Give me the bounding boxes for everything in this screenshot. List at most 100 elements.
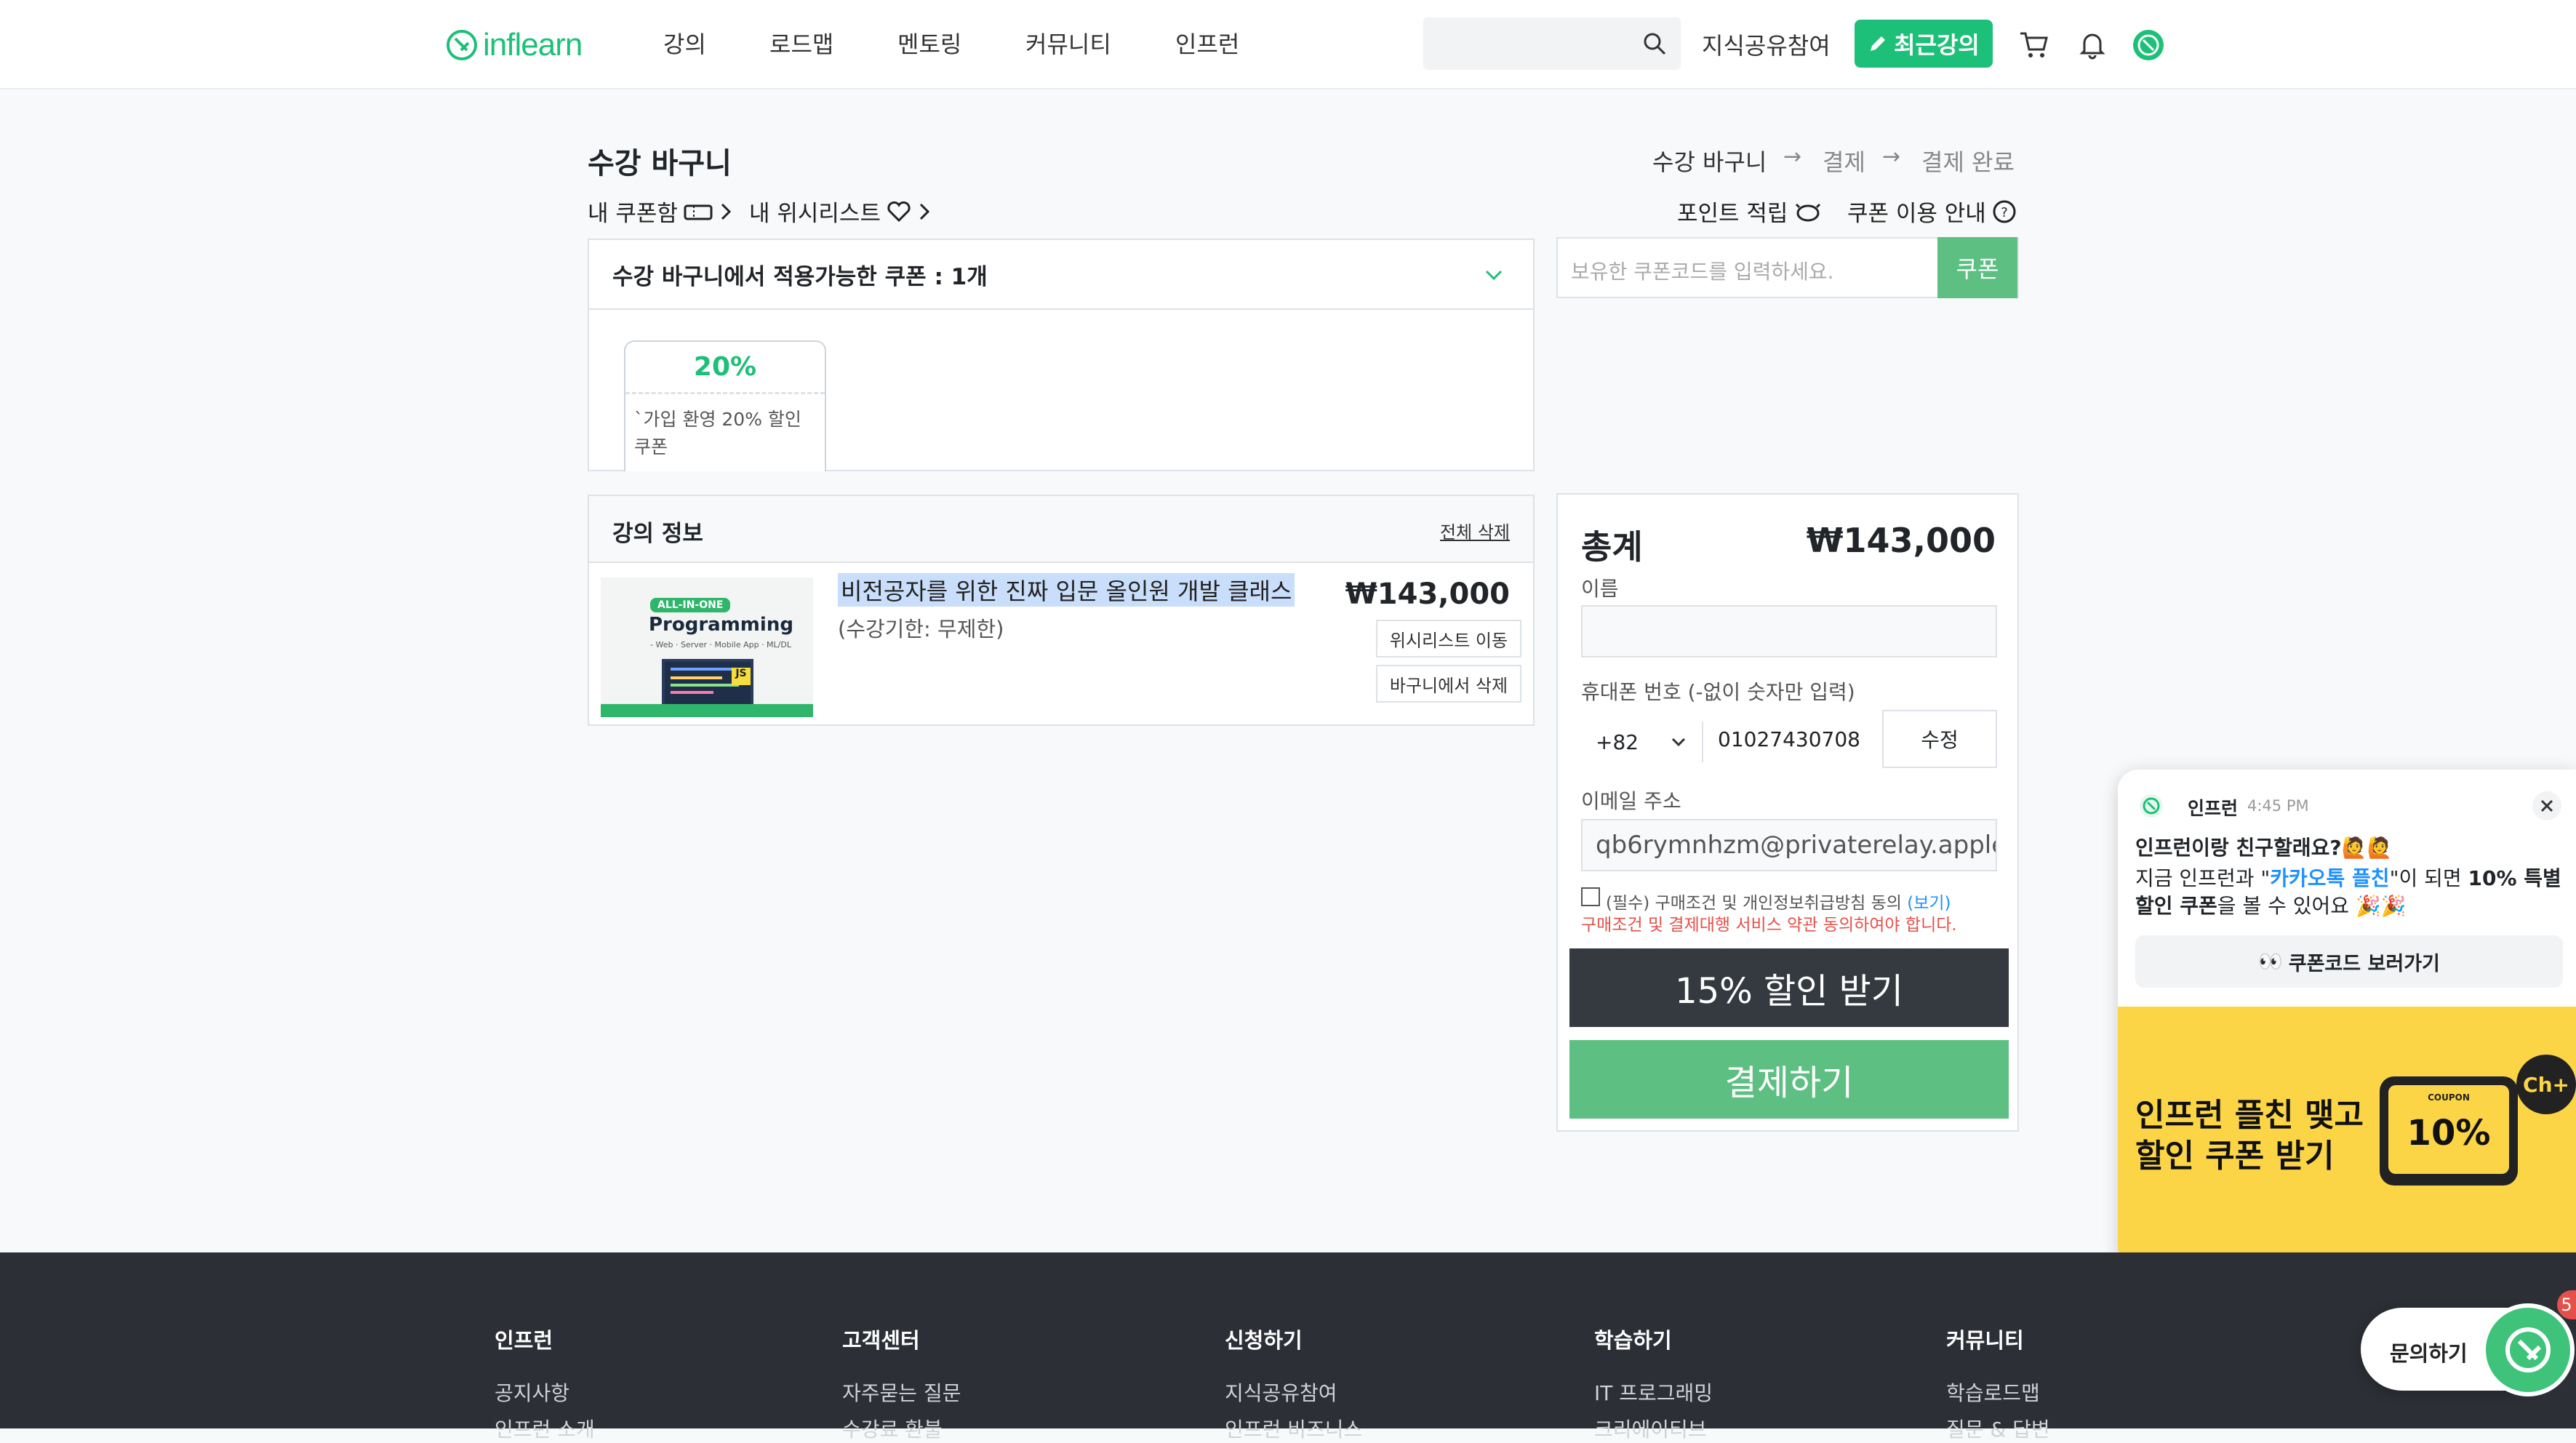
footer-link[interactable]: 지식공유참여 bbox=[1225, 1378, 1337, 1407]
recent-courses-button[interactable]: 최근강의 bbox=[1855, 20, 1993, 68]
course-price: ₩143,000 bbox=[1345, 577, 1510, 611]
coupon-code-button-label: 쿠폰코드 보러가기 bbox=[2288, 952, 2440, 975]
course-thumbnail[interactable]: ALL-IN-ONE Programming - Web · Server · … bbox=[601, 577, 813, 717]
channel-plus-badge: Ch+ bbox=[2516, 1055, 2576, 1114]
country-code-select[interactable]: +82 bbox=[1581, 722, 1703, 762]
inflearn-logo[interactable]: inflearn bbox=[445, 23, 583, 67]
course-info-header: 강의 정보 전체 삭제 bbox=[589, 496, 1533, 563]
coupon-panel-title: 수강 바구니에서 적용가능한 쿠폰 : 1개 bbox=[612, 263, 988, 290]
footer-link[interactable]: 크리에이티브 bbox=[1594, 1414, 1707, 1443]
coupon-box-label: 내 쿠폰함 bbox=[588, 201, 678, 227]
country-code-value: +82 bbox=[1596, 730, 1639, 754]
nav-roadmap[interactable]: 로드맵 bbox=[769, 26, 833, 60]
ticket-icon bbox=[684, 204, 713, 220]
pay-button[interactable]: 결제하기 bbox=[1569, 1040, 2009, 1119]
page-title: 수강 바구니 bbox=[588, 147, 732, 180]
agree-checkbox[interactable] bbox=[1581, 887, 1600, 906]
remove-from-cart-button[interactable]: 바구니에서 삭제 bbox=[1376, 665, 1521, 703]
coupon-guide-link[interactable]: 쿠폰 이용 안내 ? bbox=[1847, 195, 2017, 228]
chat-sender: 인프런 bbox=[2188, 798, 2239, 819]
close-icon[interactable] bbox=[2531, 790, 2563, 822]
name-field[interactable] bbox=[1581, 605, 1997, 657]
svg-text:?: ? bbox=[2001, 205, 2008, 220]
coupon-code-input[interactable]: 보유한 쿠폰코드를 입력하세요. 쿠폰 bbox=[1556, 237, 2019, 298]
bell-icon[interactable] bbox=[2076, 28, 2109, 61]
footer-link[interactable]: IT 프로그래밍 bbox=[1594, 1378, 1713, 1407]
footer-col-5-head: 커뮤니티 bbox=[1946, 1328, 2024, 1353]
banner-line-1: 인프런 플친 맺고 bbox=[2135, 1097, 2364, 1134]
delete-all-link[interactable]: 전체 삭제 bbox=[1440, 518, 1510, 543]
banner-text: 인프런 플친 맺고 할인 쿠폰 받기 bbox=[2135, 1095, 2364, 1177]
thumb-badge: ALL-IN-ONE bbox=[650, 598, 731, 612]
search-input[interactable] bbox=[1423, 17, 1681, 70]
nav-courses[interactable]: 강의 bbox=[663, 26, 706, 60]
footer-link[interactable]: 인프런 소개 bbox=[495, 1414, 595, 1443]
cart-icon[interactable] bbox=[2017, 28, 2051, 61]
email-field[interactable]: qb6rymnhzm@privaterelay.appleid bbox=[1581, 819, 1997, 871]
inquiry-label: 문의하기 bbox=[2390, 1341, 2468, 1366]
email-label: 이메일 주소 bbox=[1581, 789, 1681, 813]
nav-mentoring[interactable]: 멘토링 bbox=[897, 26, 961, 60]
apply-coupon-button[interactable]: 쿠폰 bbox=[1937, 237, 2017, 298]
profile-avatar-icon[interactable] bbox=[2131, 28, 2166, 63]
nav-inflearn[interactable]: 인프런 bbox=[1175, 26, 1239, 60]
search-icon[interactable] bbox=[1641, 31, 1668, 57]
chat-line-2-bold: 10% 특별 bbox=[2468, 866, 2561, 890]
nav-community[interactable]: 커뮤니티 bbox=[1025, 26, 1111, 60]
chat-kakao-link[interactable]: 카카오톡 플친 bbox=[2270, 866, 2389, 890]
chevron-down-icon[interactable] bbox=[1482, 265, 1505, 285]
thumb-js-badge: JS bbox=[732, 668, 751, 685]
kakao-promo-banner[interactable]: 인프런 플친 맺고 할인 쿠폰 받기 COUPON 10% Ch+ bbox=[2118, 1007, 2576, 1267]
phone-illustration: COUPON 10% bbox=[2380, 1076, 2518, 1186]
eyes-icon: 👀 bbox=[2258, 951, 2283, 973]
agree-notice: 구매조건 및 결제대행 서비스 약관 동의하여야 합니다. bbox=[1581, 916, 1957, 935]
course-title[interactable]: 비전공자를 위한 진짜 입문 올인원 개발 클래스 bbox=[838, 573, 1295, 607]
phone-label: 휴대폰 번호 (-없이 숫자만 입력) bbox=[1581, 680, 1855, 704]
thumb-subtitle: - Web · Server · Mobile App · ML/DL bbox=[650, 640, 791, 649]
name-label: 이름 bbox=[1581, 577, 1619, 601]
logo-text: inflearn bbox=[483, 27, 583, 63]
coupon-guide-label: 쿠폰 이용 안내 bbox=[1847, 201, 1986, 227]
chat-time: 4:45 PM bbox=[2247, 797, 2309, 815]
chat-line-3: 할인 쿠폰을 볼 수 있어요 🎉🎉 bbox=[2135, 890, 2407, 919]
coupon-panel-header[interactable]: 수강 바구니에서 적용가능한 쿠폰 : 1개 bbox=[589, 240, 1533, 310]
share-knowledge-link[interactable]: 지식공유참여 bbox=[1702, 28, 1831, 61]
footer-link[interactable]: 자주묻는 질문 bbox=[842, 1378, 961, 1407]
chat-line-3-rest: 을 볼 수 있어요 🎉🎉 bbox=[2217, 894, 2407, 918]
footer-link[interactable]: 수강료 환불 bbox=[842, 1414, 943, 1443]
footer-col-2-head: 고객센터 bbox=[842, 1328, 920, 1353]
footer-link[interactable]: 학습로드맵 bbox=[1946, 1378, 2040, 1407]
chevron-right-icon bbox=[919, 203, 930, 220]
move-to-wishlist-button[interactable]: 위시리스트 이동 bbox=[1376, 620, 1521, 657]
chevron-right-icon bbox=[721, 203, 732, 220]
footer-link[interactable]: 인프런 비즈니스 bbox=[1225, 1414, 1362, 1443]
chevron-down-icon bbox=[1671, 738, 1686, 747]
chat-line-1: 인프런이랑 친구할래요?🙋🙋 bbox=[2135, 836, 2393, 860]
inquiry-avatar[interactable] bbox=[2481, 1303, 2575, 1396]
top-header: inflearn 강의 로드맵 멘토링 커뮤니티 인프런 지식공유참여 최근강의 bbox=[0, 0, 2576, 89]
coupon-code-button[interactable]: 👀 쿠폰코드 보러가기 bbox=[2135, 935, 2563, 988]
discount-button[interactable]: 15% 할인 받기 bbox=[1569, 948, 2009, 1027]
checkout-panel: 총계 ₩143,000 이름 휴대폰 번호 (-없이 숫자만 입력) +82 0… bbox=[1556, 493, 2019, 1132]
banner-percent: 10% bbox=[2407, 1113, 2491, 1154]
inflearn-chat-avatar-icon bbox=[2140, 794, 2163, 818]
step-arrow-2: → bbox=[1882, 144, 1901, 169]
thumb-bottom-bar bbox=[601, 704, 813, 717]
course-info-panel: 강의 정보 전체 삭제 ALL-IN-ONE Programming - Web… bbox=[588, 495, 1535, 726]
available-coupons-panel: 수강 바구니에서 적용가능한 쿠폰 : 1개 20% `가입 환영 20% 할인… bbox=[588, 239, 1535, 471]
wishlist-link[interactable]: 내 위시리스트 bbox=[749, 195, 932, 228]
footer-col-1-head: 인프런 bbox=[495, 1328, 553, 1353]
phone-field[interactable]: 01027430708 bbox=[1718, 727, 1860, 751]
footer-link[interactable]: 공지사항 bbox=[495, 1378, 569, 1407]
help-icon: ? bbox=[1993, 200, 2016, 223]
coupon-card[interactable]: 20% `가입 환영 20% 할인 쿠폰 bbox=[624, 340, 826, 471]
inflearn-chat-icon bbox=[2505, 1327, 2551, 1372]
chat-line-2: 지금 인프런과 "카카오톡 플친"이 되면 10% 특별 bbox=[2135, 863, 2561, 892]
footer-link[interactable]: 질문 & 답변 bbox=[1946, 1414, 2050, 1443]
points-label: 포인트 적립 bbox=[1677, 201, 1788, 227]
edit-phone-button[interactable]: 수정 bbox=[1882, 710, 1997, 768]
footer-col-4-head: 학습하기 bbox=[1594, 1328, 1672, 1353]
coupon-box-link[interactable]: 내 쿠폰함 bbox=[588, 195, 733, 228]
points-link[interactable]: 포인트 적립 bbox=[1677, 195, 1823, 228]
chat-line-3-bold: 할인 쿠폰 bbox=[2135, 894, 2217, 918]
